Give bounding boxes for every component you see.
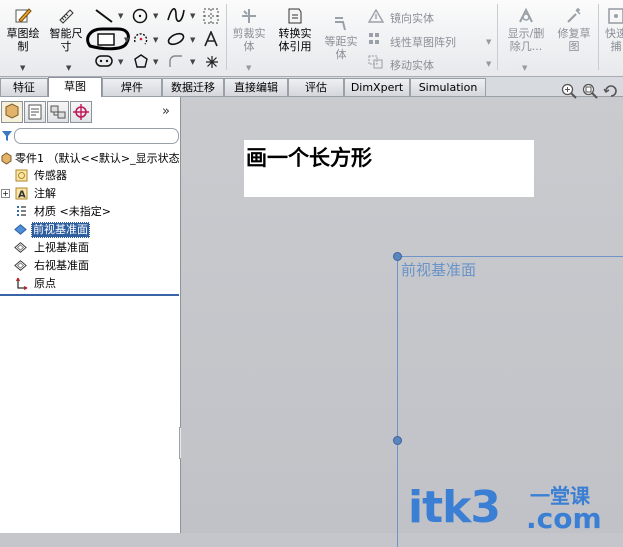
part-icon — [1, 152, 12, 165]
ribbon-separator — [598, 4, 599, 70]
text-icon[interactable] — [203, 31, 219, 47]
zoom-area-icon[interactable] — [582, 83, 598, 99]
sketch-button[interactable]: 草图绘 制 — [2, 6, 44, 53]
chevron-down-icon[interactable]: ▼ — [118, 12, 123, 20]
convert-entities-button[interactable]: 转换实 体引用 — [272, 6, 318, 53]
quick-snap-icon — [608, 8, 623, 24]
chevron-down-icon[interactable]: ▼ — [486, 60, 491, 68]
zoom-to-fit-icon[interactable] — [561, 83, 577, 99]
circle-icon[interactable] — [131, 7, 149, 25]
tab-sketch[interactable]: 草图 — [48, 77, 102, 97]
linear-pattern-label[interactable]: 线性草图阵列 — [390, 34, 456, 50]
sketch-icon — [15, 8, 32, 23]
feature-manager-panel: » 零件1 （默认<<默认>_显示状态 传感器 + A 注解 材质 <未指定> … — [0, 97, 181, 533]
instruction-callout: 画一个长方形 — [244, 140, 534, 197]
mirror-entities-label[interactable]: 镜向实体 — [390, 10, 434, 26]
tab-evaluate[interactable]: 评估 — [288, 78, 344, 96]
command-manager-tabs: 特征 草图 焊件 数据迁移 直接编辑 评估 DimXpert Simulatio… — [0, 77, 623, 97]
plane-icon — [14, 242, 27, 253]
line-icon[interactable] — [94, 8, 114, 24]
plane-icon — [14, 224, 27, 235]
chevron-down-icon[interactable]: ▼ — [486, 38, 491, 46]
tab-features[interactable]: 特征 — [0, 78, 48, 96]
previous-view-icon[interactable] — [603, 83, 619, 99]
polygon-icon[interactable] — [133, 53, 149, 69]
trim-entities-button[interactable]: 剪裁实 体 — [229, 6, 269, 53]
watermark-logo: itk3 .com 一堂课 — [408, 482, 602, 535]
command-manager-ribbon: 草图绘 制 ▼ 智能尺 寸 ▼ ▼ ▼ ▼ ▼ ▼ ▼ ▼ ▼ ▼ 剪裁实 体 … — [0, 0, 623, 77]
chevron-down-icon[interactable]: ▼ — [190, 36, 195, 44]
chevron-down-icon[interactable]: ▼ — [246, 64, 251, 72]
tab-weldments[interactable]: 焊件 — [102, 78, 162, 96]
sensor-icon — [15, 169, 28, 182]
chevron-down-icon[interactable]: ▼ — [522, 64, 527, 72]
tab-dimxpert[interactable]: DimXpert — [344, 78, 410, 96]
configuration-icon — [50, 105, 66, 119]
filter-input[interactable] — [14, 128, 179, 144]
trim-icon — [242, 9, 256, 23]
ellipse-icon[interactable] — [166, 31, 186, 47]
plane-edge-handle[interactable] — [393, 436, 402, 445]
repair-sketch-button[interactable]: 修复草 图 — [553, 6, 595, 53]
plane-label: 前视基准面 — [401, 261, 477, 279]
chevron-down-icon[interactable]: ▼ — [124, 36, 129, 44]
chevron-down-icon[interactable]: ▼ — [153, 36, 158, 44]
ribbon-separator — [226, 4, 227, 70]
offset-entities-button[interactable]: 等距实 体 — [320, 16, 362, 61]
rollback-bar[interactable] — [0, 294, 179, 296]
plane-corner-handle[interactable] — [393, 252, 402, 261]
point-icon[interactable] — [205, 55, 219, 69]
repair-icon — [567, 8, 581, 23]
dimxpert-manager-tab[interactable] — [70, 101, 92, 123]
instruction-text: 画一个长方形 — [246, 146, 372, 170]
property-manager-tab[interactable] — [24, 101, 46, 123]
move-entities-icon[interactable] — [368, 55, 384, 69]
mirror-icon[interactable] — [368, 9, 384, 23]
tab-data-migration[interactable]: 数据迁移 — [162, 78, 224, 96]
move-entities-label[interactable]: 移动实体 — [390, 57, 434, 73]
slot-icon[interactable] — [94, 54, 114, 68]
smart-dimension-button[interactable]: 智能尺 寸 — [46, 6, 86, 53]
chevron-down-icon[interactable]: ▼ — [190, 12, 195, 20]
chevron-down-icon[interactable]: ▼ — [66, 64, 71, 72]
tree-filter-bar[interactable] — [0, 127, 179, 144]
chevron-down-icon[interactable]: ▼ — [118, 58, 123, 66]
grid-snap-icon[interactable] — [203, 8, 219, 24]
chevron-down-icon[interactable]: ▼ — [20, 64, 25, 72]
display-delete-relations-button[interactable]: 显示/删 除几... — [502, 6, 550, 53]
chevron-down-icon[interactable]: ▼ — [190, 58, 195, 66]
spline-icon[interactable] — [166, 6, 186, 24]
filter-icon — [2, 131, 12, 141]
fillet-icon[interactable] — [168, 54, 184, 68]
arc-icon[interactable] — [132, 30, 150, 48]
tab-direct-editing[interactable]: 直接编辑 — [224, 78, 288, 96]
origin-icon — [15, 277, 28, 290]
ribbon-separator — [497, 4, 498, 70]
convert-entities-icon — [288, 8, 302, 24]
plane-icon — [14, 260, 27, 271]
expand-panel-icon[interactable]: » — [162, 104, 170, 119]
property-icon — [28, 104, 42, 120]
relations-icon — [519, 7, 533, 23]
chevron-down-icon[interactable]: ▼ — [153, 12, 158, 20]
svg-text:A: A — [18, 190, 26, 201]
configuration-manager-tab[interactable] — [47, 101, 69, 123]
crosshair-icon — [73, 104, 89, 120]
feature-tree-icon — [5, 103, 19, 119]
expand-toggle-icon[interactable]: + — [1, 189, 10, 198]
annotation-icon: A — [15, 187, 28, 200]
offset-icon — [335, 17, 346, 31]
smart-dimension-icon — [59, 9, 74, 24]
feature-manager-tab[interactable] — [1, 101, 23, 123]
tab-simulation[interactable]: Simulation — [410, 78, 486, 96]
linear-pattern-icon[interactable] — [368, 32, 384, 46]
chevron-down-icon[interactable]: ▼ — [153, 58, 158, 66]
material-icon — [17, 206, 26, 216]
quick-snaps-button[interactable]: 快速 捕 — [601, 6, 623, 53]
